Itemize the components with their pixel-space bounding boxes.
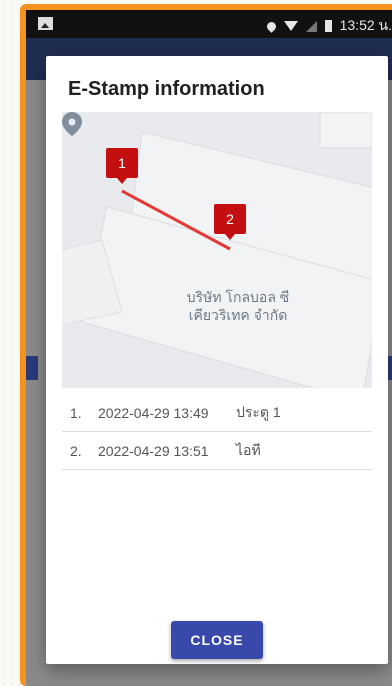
estamp-dialog: E-Stamp information 1 2 บริษัท โกลบอล ซี… [46, 56, 388, 664]
stamp-place: ไอที [236, 441, 261, 458]
underlying-strip [26, 356, 38, 380]
stamp-index: 1. [70, 404, 82, 421]
dialog-title: E-Stamp information [68, 78, 265, 100]
stamp-index: 2. [70, 442, 82, 459]
stamp-list: 1. 2022-04-29 13:49 ประตู 1 2. 2022-04-2… [62, 394, 372, 470]
map-place-label-line1: บริษัท โกลบอล ซี [186, 289, 290, 305]
wifi-icon [283, 21, 298, 31]
status-icons: 13:52 น. [264, 15, 392, 37]
stamp-datetime: 2022-04-29 13:49 [98, 404, 209, 421]
battery-icon [324, 20, 332, 32]
map-marker-2[interactable]: 2 [214, 204, 246, 240]
image-notification-icon [38, 17, 53, 30]
route-map[interactable]: 1 2 บริษัท โกลบอล ซี เคียวริเทค จำกัด [62, 112, 372, 388]
stamp-item[interactable]: 2. 2022-04-29 13:51 ไอที [62, 432, 372, 470]
stamp-datetime: 2022-04-29 13:51 [98, 442, 209, 459]
map-pin-icon[interactable] [62, 112, 82, 136]
map-place-label: บริษัท โกลบอล ซี เคียวริเทค จำกัด [158, 288, 318, 324]
map-place-label-line2: เคียวริเทค จำกัด [188, 307, 288, 323]
status-bar: 13:52 น. [26, 10, 392, 38]
signal-icon [305, 20, 317, 32]
stamp-item[interactable]: 1. 2022-04-29 13:49 ประตู 1 [62, 394, 372, 432]
stamp-place: ประตู 1 [236, 403, 281, 420]
status-time: 13:52 น. [339, 17, 392, 33]
map-marker-1[interactable]: 1 [106, 148, 138, 184]
location-icon [264, 19, 278, 33]
close-button[interactable]: CLOSE [171, 621, 263, 659]
